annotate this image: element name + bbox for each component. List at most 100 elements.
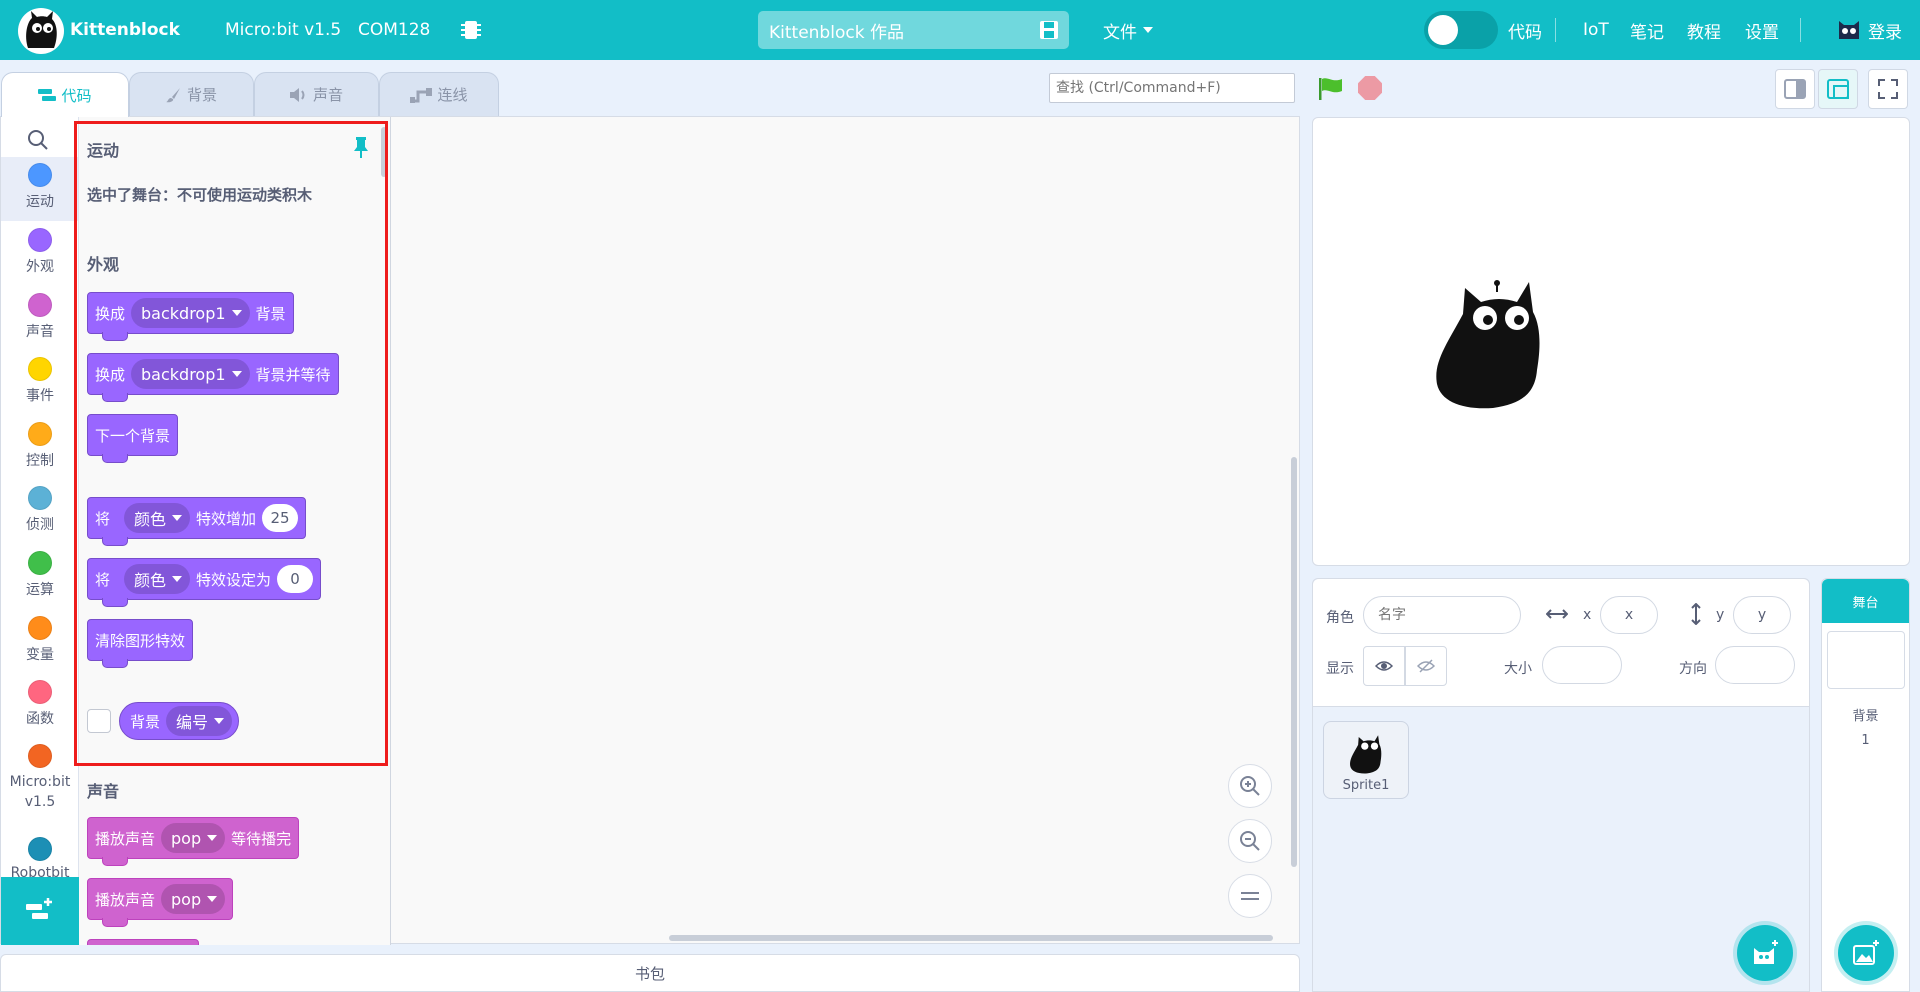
stage-canvas[interactable] [1312,117,1910,566]
kittenblock-logo-icon[interactable] [18,8,64,54]
dropdown-value: pop [171,889,202,909]
category-dot [28,293,52,317]
stop-icon[interactable] [1358,76,1382,100]
nav-tutorials[interactable]: 教程 [1687,0,1721,60]
category-variables[interactable]: 变量 [1,610,78,674]
block-text: 播放声音 [95,890,156,909]
zoom-in-button[interactable] [1228,764,1272,808]
tab-code[interactable]: 代码 [1,72,129,117]
workspace-vertical-scrollbar[interactable] [1291,457,1297,867]
block-search-input[interactable] [1049,73,1295,103]
tab-wiring[interactable]: 连线 [379,72,499,116]
stage-target-panel[interactable]: 舞台 背景 1 [1821,578,1910,992]
block-text: 播放声音 [95,829,156,848]
category-label: 变量 [26,647,54,663]
category-label: Robotbit [10,865,70,877]
zoom-out-button[interactable] [1228,819,1272,863]
firmware-chip-icon[interactable] [461,0,481,60]
category-looks[interactable]: 外观 [1,222,78,286]
add-sprite-cat-icon [1754,940,1778,964]
sound-dropdown[interactable]: pop [161,884,226,914]
nav-notes[interactable]: 笔记 [1630,0,1664,60]
large-stage-button[interactable] [1818,69,1858,109]
backpack-panel[interactable]: 书包 [0,954,1300,992]
y-position-input[interactable]: y [1733,596,1791,634]
device-selector[interactable]: Micro:bit v1.5 [225,0,341,60]
backdrop-thumbnail[interactable] [1826,631,1905,689]
brand-name: Kittenblock [70,20,180,40]
nav-iot[interactable]: IoT [1583,0,1609,60]
file-menu-label: 文件 [1103,22,1137,43]
port-selector[interactable]: COM128 [358,0,430,60]
category-sensing[interactable]: 侦测 [1,480,78,544]
block-start-sound[interactable]: 播放声音 pop [87,878,234,927]
search-blocks-icon[interactable] [27,129,49,155]
category-sound[interactable]: 声音 [1,287,78,351]
fullscreen-button[interactable] [1868,69,1908,109]
brush-icon [165,87,180,102]
zoom-in-icon [1240,776,1260,796]
sprite-name: Sprite1 [1342,778,1390,793]
tab-label: 背景 [186,86,217,104]
tab-backdrops[interactable]: 背景 [129,72,254,116]
category-label: 外观 [26,259,54,275]
show-sprite-button[interactable] [1363,646,1405,686]
add-sprite-button[interactable] [1737,925,1793,981]
tab-label: 声音 [312,86,343,104]
category-dot [28,680,52,704]
block-notch [102,857,128,866]
category-events[interactable]: 事件 [1,351,78,415]
backdrop-count: 1 [1861,733,1870,748]
sprite-thumbnail[interactable]: Sprite1 [1323,721,1409,799]
add-backdrop-button[interactable] [1838,925,1894,981]
x-position-input[interactable]: x [1600,596,1658,634]
direction-label: 方向 [1679,661,1707,677]
category-dot [28,357,52,381]
add-extension-button[interactable] [1,877,79,945]
highlight-box [74,121,388,766]
workspace-horizontal-scrollbar[interactable] [669,935,1273,941]
nav-settings[interactable]: 设置 [1745,0,1779,60]
code-mode-toggle[interactable] [1424,11,1498,49]
code-icon [38,89,57,101]
wire-icon [410,87,433,103]
category-control[interactable]: 控制 [1,416,78,480]
size-input[interactable] [1542,646,1622,684]
block-play-sound-until-done[interactable]: 播放声音 pop 等待播完 [87,817,300,866]
divider [1555,18,1556,42]
save-icon[interactable] [1039,20,1059,40]
hide-sprite-button[interactable] [1405,646,1447,686]
direction-input[interactable] [1715,646,1795,684]
zoom-reset-button[interactable] [1228,874,1272,918]
tab-sounds[interactable]: 声音 [254,72,379,116]
x-placeholder: x [1624,607,1634,623]
category-label: 运算 [26,582,54,598]
category-microbit[interactable]: Micro:bit v1.5 [1,738,78,818]
large-stage-icon [1827,79,1849,99]
green-flag-icon[interactable] [1318,77,1344,105]
category-robotbit[interactable]: Robotbit [1,831,78,877]
sprite-name-input[interactable] [1363,596,1521,634]
category-label: 声音 [26,324,54,340]
block-sound-partial[interactable] [87,939,199,945]
file-menu[interactable]: 文件 [1103,0,1153,60]
y-placeholder: y [1757,607,1767,623]
project-title-input[interactable]: Kittenblock 作品 [758,11,1069,49]
fullscreen-icon [1878,79,1898,99]
toggle-knob [1428,15,1458,45]
kitten-sprite-icon[interactable] [1433,278,1545,410]
category-dot [28,163,52,187]
horizontal-arrows-icon [1546,609,1568,619]
small-stage-button[interactable] [1775,69,1815,109]
small-stage-icon [1784,79,1806,99]
category-functions[interactable]: 函数 [1,674,78,738]
code-mode-label: 代码 [1508,22,1542,43]
category-operators[interactable]: 运算 [1,545,78,609]
login-button[interactable]: 登录 [1836,0,1902,60]
sprite-thumb-icon [1350,735,1382,774]
sound-dropdown[interactable]: pop [161,823,226,853]
sound-section-title: 声音 [87,782,120,801]
sprite-label: 角色 [1326,610,1354,626]
category-motion[interactable]: 运动 [1,157,78,221]
category-dot [28,837,52,861]
